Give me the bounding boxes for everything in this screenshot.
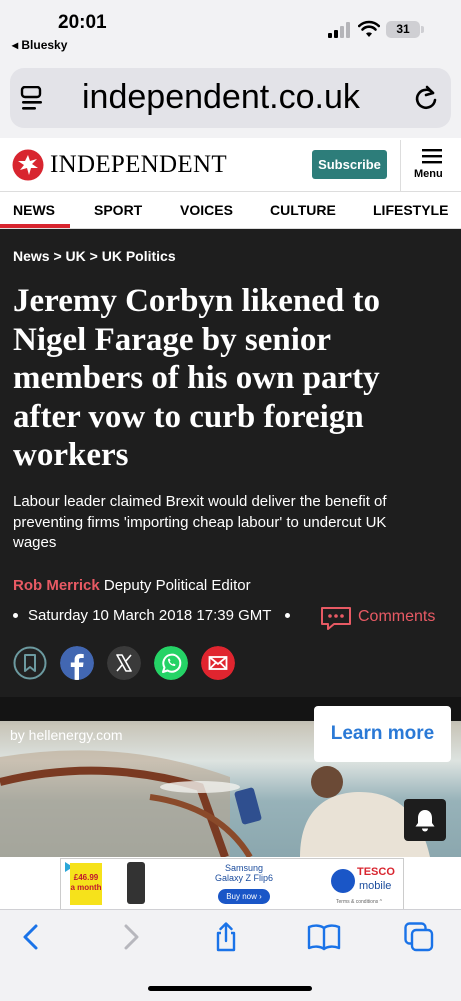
battery-nub (421, 26, 424, 33)
article-standfirst: Labour leader claimed Brexit would deliv… (13, 492, 453, 554)
banner-price-badge: £46.99 a month (70, 863, 102, 905)
header-divider (400, 140, 401, 192)
bookmark-icon[interactable] (13, 646, 47, 680)
nav-item-voices[interactable]: VOICES (180, 202, 233, 218)
facebook-icon[interactable] (60, 646, 94, 680)
reload-icon[interactable] (412, 84, 440, 112)
cellular-signal-icon (328, 22, 350, 38)
standfirst-line: wages (13, 534, 57, 551)
battery-indicator: 31 (386, 21, 420, 38)
back-to-app-link[interactable]: ◂ Bluesky (12, 38, 67, 52)
tabs-icon[interactable] (404, 922, 434, 952)
eagle-logo-icon[interactable] (12, 149, 44, 181)
dateline: Saturday 10 March 2018 17:39 GMT (13, 607, 300, 624)
bullet-dot (13, 612, 18, 618)
byline: Rob Merrick Deputy Political Editor (13, 577, 251, 594)
publish-date: Saturday 10 March 2018 17:39 GMT (28, 607, 272, 624)
headline-line: after vow to curb foreign (13, 398, 364, 435)
bell-icon (415, 810, 435, 832)
ad-source-label[interactable]: by hellenergy.com (10, 727, 123, 743)
home-indicator (148, 986, 312, 991)
comments-link[interactable]: Comments (358, 608, 435, 626)
url-text[interactable]: independent.co.uk (82, 78, 360, 117)
learn-more-button[interactable]: Learn more (314, 706, 451, 762)
notification-bell-button[interactable] (404, 799, 446, 841)
nav-item-culture[interactable]: CULTURE (270, 202, 336, 218)
menu-label[interactable]: Menu (414, 168, 443, 180)
banner-brand: TESCO (357, 866, 395, 878)
phone-image (127, 862, 145, 904)
headline-line: Jeremy Corbyn likened to (13, 283, 380, 319)
breadcrumb[interactable]: News > UK > UK Politics (13, 248, 176, 264)
banner-brand-sub: mobile (359, 880, 392, 892)
nav-item-sport[interactable]: SPORT (94, 202, 142, 218)
tesco-mobile-logo-icon (331, 869, 355, 893)
site-logo-text[interactable]: INDEPENDENT (50, 151, 227, 179)
banner-price-sub: a month (70, 883, 102, 892)
page-menu-icon[interactable] (20, 86, 44, 112)
standfirst-line: preventing firms 'importing cheap labour… (13, 513, 387, 531)
terms-link[interactable]: Terms & conditions ^ (336, 899, 382, 905)
standfirst-line: Labour leader claimed Brexit would deliv… (13, 493, 387, 510)
author-link[interactable]: Rob Merrick (13, 577, 100, 594)
headline-line: workers (13, 437, 129, 473)
bullet-dot (285, 612, 291, 618)
nav-item-news[interactable]: NEWS (13, 202, 55, 218)
nav-active-indicator (0, 224, 70, 228)
article-headline: Jeremy Corbyn likened to Nigel Farage by… (13, 282, 453, 475)
banner-product-line1: Samsung (224, 863, 264, 873)
banner-price: £46.99 (73, 873, 99, 882)
hamburger-menu-icon[interactable] (422, 149, 442, 164)
share-icon[interactable] (211, 922, 241, 952)
banner-product: Samsung Galaxy Z Flip6 (204, 863, 284, 883)
back-icon[interactable] (17, 922, 47, 952)
bookmarks-icon[interactable] (307, 922, 341, 952)
whatsapp-icon[interactable] (154, 646, 188, 680)
author-role: Deputy Political Editor (103, 577, 251, 594)
forward-icon[interactable] (115, 922, 145, 952)
buy-now-button[interactable]: Buy now › (218, 889, 270, 904)
status-time: 20:01 (58, 12, 107, 33)
nav-item-lifestyle[interactable]: LIFESTYLE (373, 202, 448, 218)
email-icon[interactable] (201, 646, 235, 680)
wifi-icon (358, 20, 380, 37)
headline-line: Nigel Farage by senior (13, 321, 332, 358)
x-icon[interactable] (107, 646, 141, 680)
headline-line: members of his own party (13, 360, 380, 396)
comments-icon[interactable] (320, 606, 352, 630)
banner-product-line2: Galaxy Z Flip6 (214, 873, 274, 883)
subscribe-button[interactable]: Subscribe (312, 150, 387, 179)
